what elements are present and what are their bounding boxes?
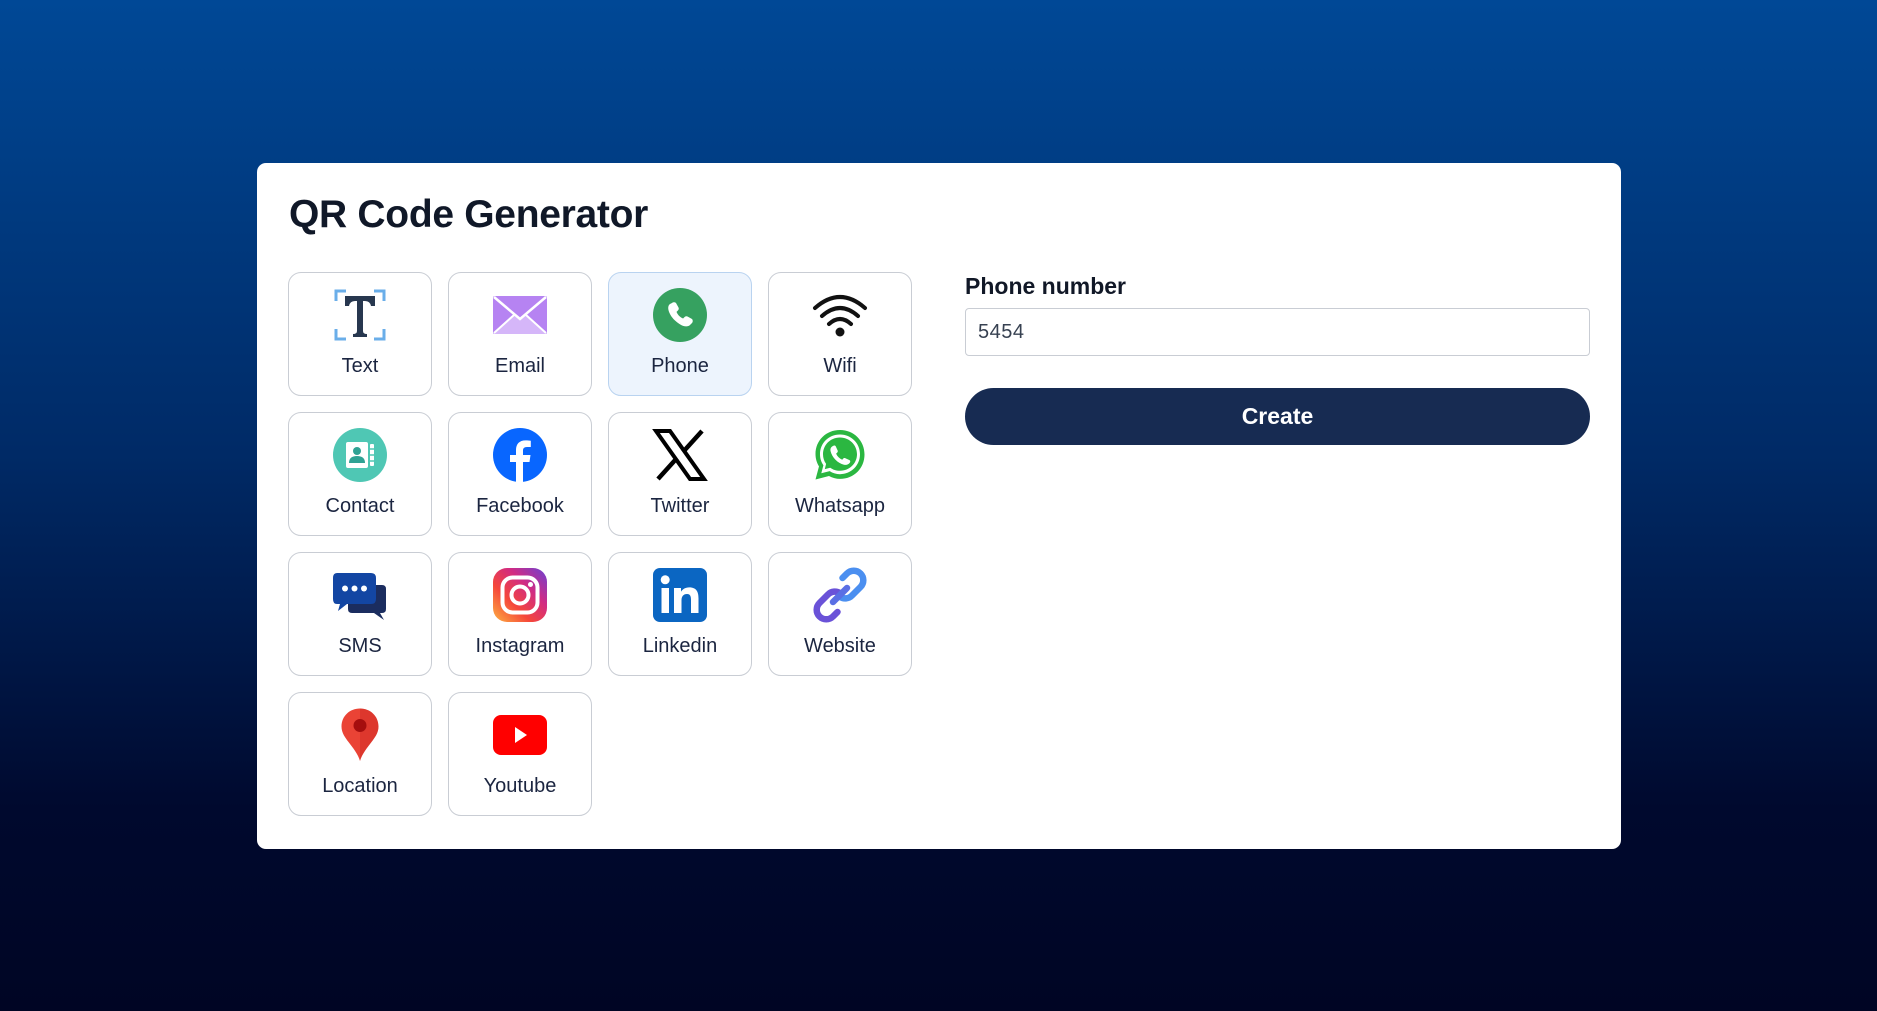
facebook-icon <box>492 427 548 483</box>
type-tile-whatsapp[interactable]: Whatsapp <box>768 412 912 536</box>
linkedin-icon <box>652 567 708 623</box>
type-tile-contact[interactable]: Contact <box>288 412 432 536</box>
type-label: Email <box>494 355 545 377</box>
type-tile-sms[interactable]: SMS <box>288 552 432 676</box>
instagram-icon <box>492 567 548 623</box>
page-title: QR Code Generator <box>289 193 648 236</box>
phone-icon <box>652 287 708 343</box>
phone-number-input[interactable] <box>965 308 1590 356</box>
type-label: Location <box>322 775 398 797</box>
type-label: Phone <box>651 355 709 377</box>
link-icon <box>812 567 868 623</box>
qr-type-grid: Text Email Phone Wifi Contact Facebook T… <box>288 272 912 816</box>
map-pin-icon <box>332 707 388 763</box>
text-icon <box>332 287 388 343</box>
youtube-icon <box>492 707 548 763</box>
whatsapp-icon <box>812 427 868 483</box>
type-tile-text[interactable]: Text <box>288 272 432 396</box>
type-tile-website[interactable]: Website <box>768 552 912 676</box>
type-label: Website <box>804 635 876 657</box>
create-button[interactable]: Create <box>965 388 1590 445</box>
type-tile-instagram[interactable]: Instagram <box>448 552 592 676</box>
type-label: Instagram <box>475 635 565 657</box>
envelope-icon <box>492 287 548 343</box>
type-tile-linkedin[interactable]: Linkedin <box>608 552 752 676</box>
chat-bubbles-icon <box>332 567 388 623</box>
qr-generator-card: QR Code Generator Text Email Phone Wifi … <box>257 163 1621 849</box>
type-tile-email[interactable]: Email <box>448 272 592 396</box>
type-label: Whatsapp <box>794 495 886 517</box>
type-label: Text <box>341 355 379 377</box>
type-label: Youtube <box>483 775 557 797</box>
phone-form: Phone number Create <box>965 273 1590 445</box>
type-label: SMS <box>338 635 382 657</box>
type-tile-youtube[interactable]: Youtube <box>448 692 592 816</box>
type-label: Wifi <box>823 355 857 377</box>
type-label: Twitter <box>650 495 710 517</box>
type-label: Linkedin <box>642 635 718 657</box>
type-tile-location[interactable]: Location <box>288 692 432 816</box>
type-tile-phone[interactable]: Phone <box>608 272 752 396</box>
type-tile-twitter[interactable]: Twitter <box>608 412 752 536</box>
wifi-icon <box>812 287 868 343</box>
type-label: Contact <box>325 495 395 517</box>
type-tile-facebook[interactable]: Facebook <box>448 412 592 536</box>
contact-card-icon <box>332 427 388 483</box>
type-label: Facebook <box>476 495 564 517</box>
x-twitter-icon <box>652 427 708 483</box>
phone-number-label: Phone number <box>965 273 1127 299</box>
type-tile-wifi[interactable]: Wifi <box>768 272 912 396</box>
